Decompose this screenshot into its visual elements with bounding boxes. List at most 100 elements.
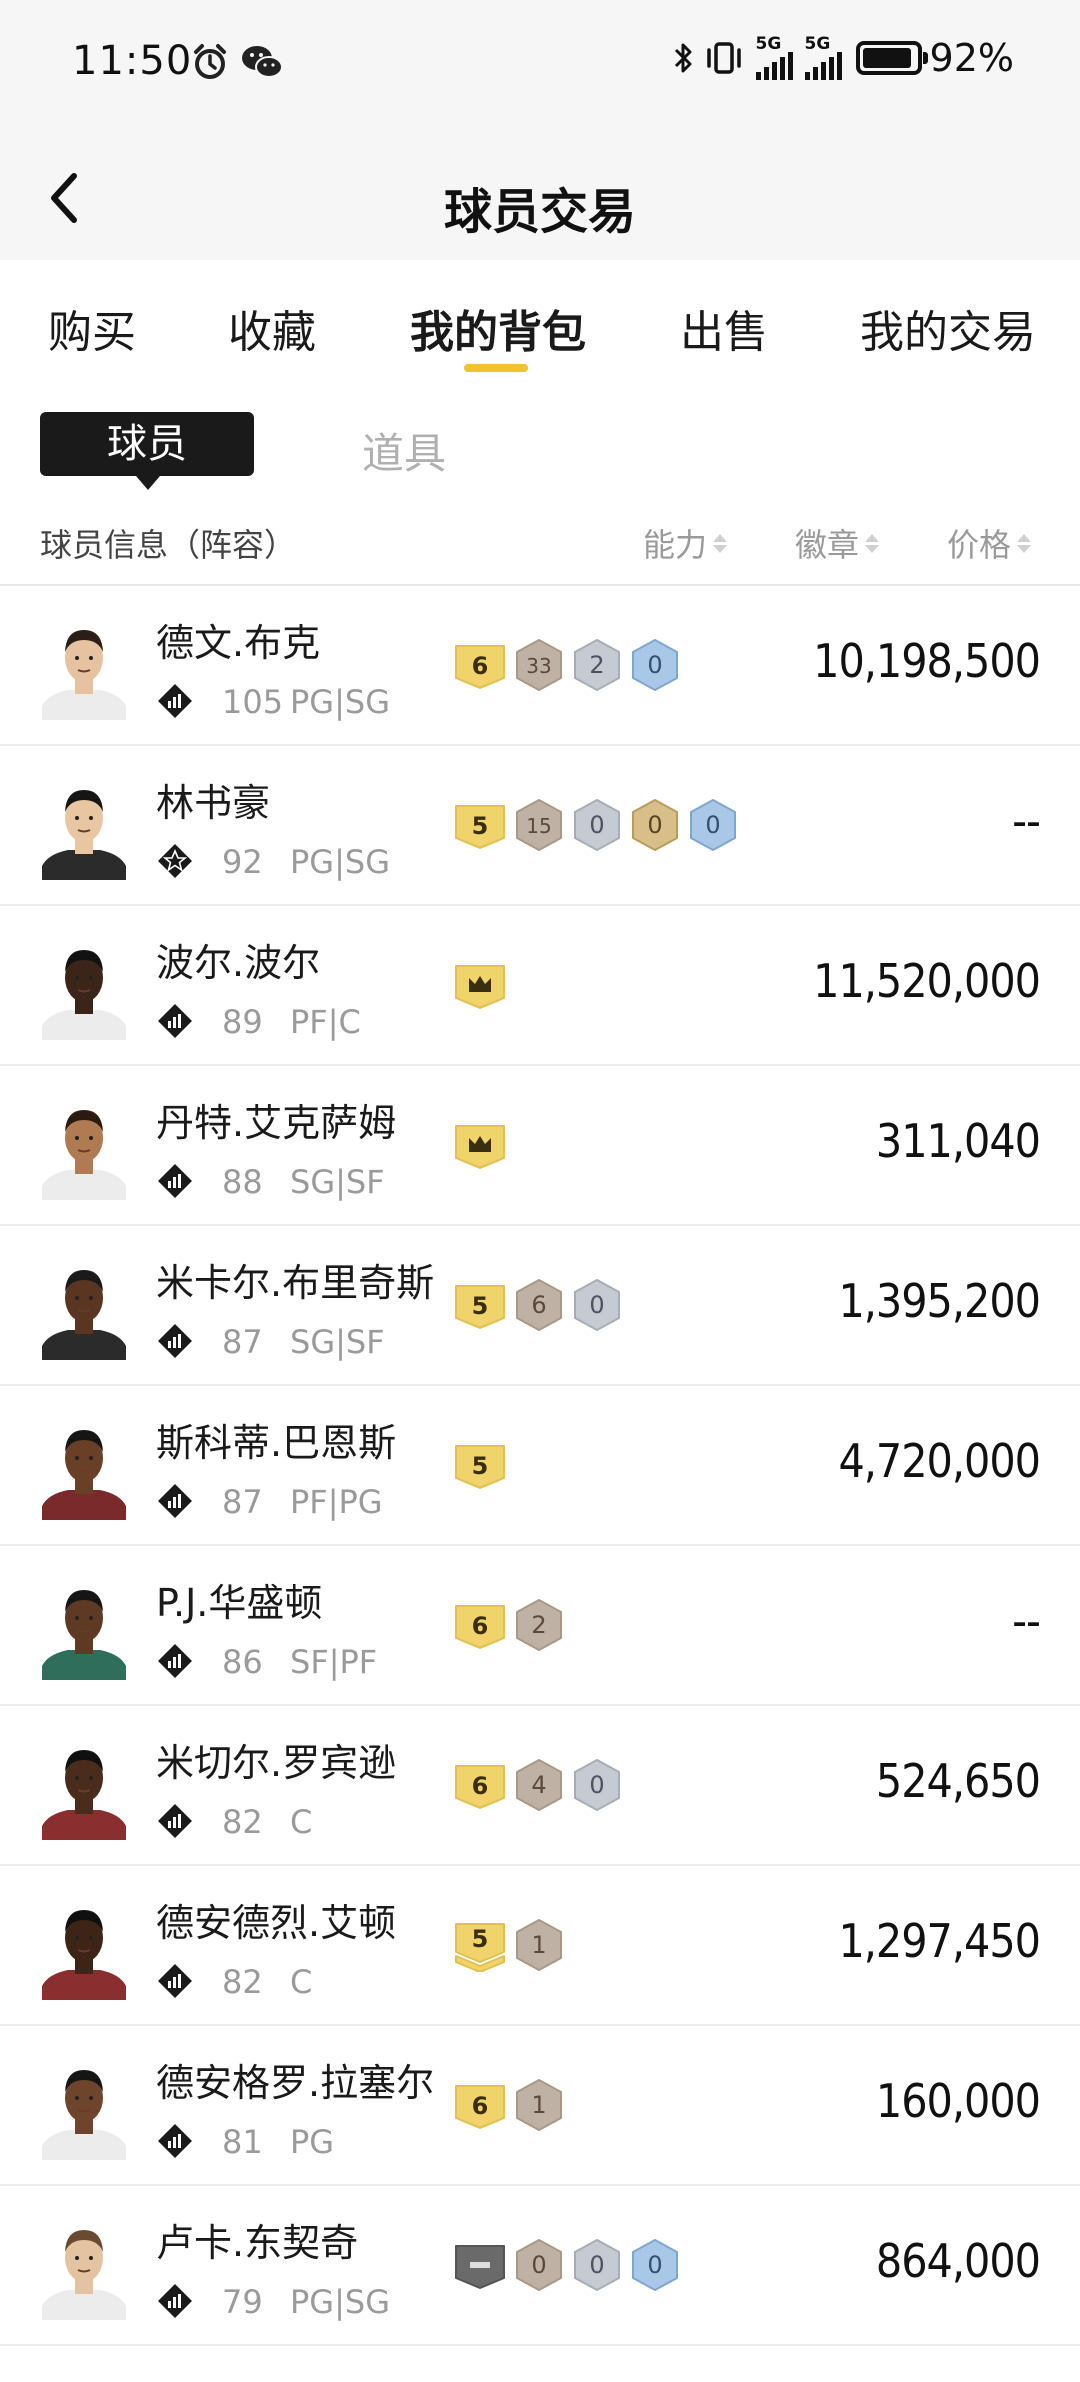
player-row[interactable]: 波尔.波尔 89 PF|C 11,520,000 [0,906,1080,1066]
badge-count: 0 [705,811,720,839]
bronze-badge-icon: 2 [516,1599,562,1651]
crown-badge-icon [455,965,505,1009]
player-row[interactable]: 斯科蒂.巴恩斯 87 PF|PG 5 4,720,000 [0,1386,1080,1546]
status-left-icons [190,42,284,82]
player-overall: 81 [222,2123,263,2161]
badge-count: 33 [526,654,551,678]
tab-my-trades[interactable]: 我的交易 [860,296,1036,360]
diamond-rank-icon [156,1482,194,1520]
status-right: 5G 5G 92% [672,33,1014,80]
player-position: PG|SG [290,683,390,721]
player-position: SG|SF [290,1163,385,1201]
badge-count: 0 [647,811,662,839]
diamond-rank-icon [156,1002,194,1040]
sub-tab-items[interactable]: 道具 [362,420,446,481]
header-badge-label: 徽章 [795,526,860,564]
signal-2: 5G [804,33,842,80]
header-player-info: 球员信息（阵容） [40,526,297,564]
signal-bars-1-icon [755,51,793,80]
ability-badge-icon: 5 [455,1285,505,1329]
tab-sell[interactable]: 出售 [680,296,768,360]
badge-count: 1 [531,2091,546,2119]
player-name: 波尔.波尔 [156,941,321,985]
alarm-icon [194,44,226,79]
badge-count: 1 [531,1931,546,1959]
ability-badge-icon: 6 [455,1605,505,1649]
player-row[interactable]: 米卡尔.布里奇斯 87 SG|SF 5 6 0 1,395,200 [0,1226,1080,1386]
tab-my-backpack[interactable]: 我的背包 [410,296,586,360]
player-name: 德安德烈.艾顿 [156,1901,397,1945]
status-time: 11:50 [72,38,193,84]
ability-badge-icon: 5 [455,805,505,849]
wechat-icon [242,46,283,78]
player-avatar [38,1734,130,1840]
player-name: 米切尔.罗宾逊 [156,1741,397,1785]
player-price: 311,040 [875,1114,1041,1168]
player-name: 林书豪 [156,781,271,825]
player-badges: 5 6 0 [454,1278,622,1332]
player-row[interactable]: 德安德烈.艾顿 82 C 5 1 1,297,450 [0,1866,1080,2026]
network-label-2: 5G [804,33,831,54]
sort-by-price[interactable]: 价格 [947,520,1032,566]
silver-badge-icon: 2 [574,639,620,691]
player-badges: 6 4 0 [454,1758,622,1812]
sort-by-badge[interactable]: 徽章 [795,520,880,566]
status-bar: 11:50 5G 5G 92% [0,0,1080,128]
diamond-rank-icon [156,1162,194,1200]
player-avatar [38,774,130,880]
badge-count: 0 [589,2251,604,2279]
tab-buy[interactable]: 购买 [48,296,136,360]
badge-count: 6 [472,652,489,680]
battery-percent: 92% [929,36,1014,80]
player-name: 德文.布克 [156,621,321,665]
header-ability-label: 能力 [643,526,708,564]
player-row[interactable]: 德文.布克 105 PG|SG 6 33 2 0 10,198,500 [0,586,1080,746]
badge-count: 0 [647,651,662,679]
ability-badge-icon: 6 [455,645,505,689]
diamond-rank-icon [156,1322,194,1360]
player-position: PF|C [290,1003,361,1041]
diamond-rank-icon [156,1642,194,1680]
player-name: 卢卡.东契奇 [156,2221,359,2265]
sub-tab-players[interactable]: 球员 [40,412,254,490]
network-label-1: 5G [755,33,782,54]
player-row[interactable]: 丹特.艾克萨姆 88 SG|SF 311,040 [0,1066,1080,1226]
player-price: 160,000 [875,2074,1041,2128]
player-badges: 62 [454,1598,564,1652]
badge-count: 6 [472,2092,489,2120]
badge-count: 0 [589,1771,604,1799]
ability-badge-icon: 5 [455,1445,505,1489]
badge-count: 6 [472,1612,489,1640]
player-price: 524,650 [875,1754,1041,1808]
player-badges [454,1118,506,1172]
player-row[interactable]: P.J.华盛顿 86 SF|PF 6 2 -- [0,1546,1080,1706]
player-price: 1,297,450 [838,1914,1041,1968]
gold-badge-icon: 0 [632,799,678,851]
badge-count: 2 [589,651,604,679]
player-overall: 82 [222,1803,263,1841]
battery-fill [862,48,911,68]
player-badges [454,958,506,1012]
player-row[interactable]: 卢卡.东契奇 79 PG|SG 0 0 0 864,000 [0,2186,1080,2346]
player-row[interactable]: 德安格罗.拉塞尔 81 PG 6 1 160,000 [0,2026,1080,2186]
player-row[interactable]: 林书豪 92 PG|SG 5 15 0 0 0 -- [0,746,1080,906]
player-row[interactable]: 米切尔.罗宾逊 82 C 6 4 0 524,650 [0,1706,1080,1866]
badge-count: 5 [472,812,489,840]
tab-favorites[interactable]: 收藏 [228,296,316,360]
player-avatar [38,1894,130,2000]
player-price: 10,198,500 [813,634,1041,688]
player-overall: 92 [222,843,263,881]
diamond-rank-icon [156,1802,194,1840]
badge-count: 4 [531,1771,546,1799]
header-price-label: 价格 [947,526,1012,564]
blue-badge-icon: 0 [690,799,736,851]
player-badges: 51 [454,1918,564,1972]
bronze-badge-icon: 4 [516,1759,562,1811]
badge-count: 6 [531,1291,546,1319]
player-overall: 79 [222,2283,263,2321]
silver-badge-icon: 0 [574,799,620,851]
player-badges: 5 [454,1438,506,1492]
signal-1: 5G [755,33,793,80]
sort-by-ability[interactable]: 能力 [643,520,728,566]
diamond-rank-icon [156,1962,194,2000]
